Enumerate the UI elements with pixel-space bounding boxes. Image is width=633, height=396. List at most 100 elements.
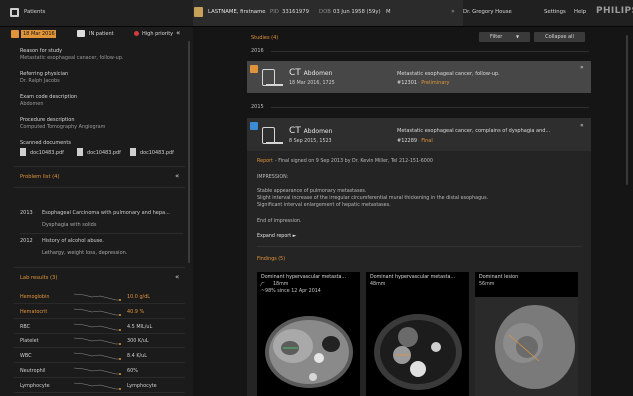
study-number: #12289 [397, 138, 418, 144]
chevron-down-icon: ▼ [515, 34, 520, 39]
lab-sparkline [74, 382, 121, 390]
patients-panel-icon[interactable] [10, 8, 19, 17]
lab-row[interactable]: Neutrophil 60% [14, 364, 185, 378]
lab-name: Neutrophil [20, 368, 46, 374]
lab-sparkline [74, 293, 121, 301]
lab-value: 4.5 MIL/uL [127, 323, 153, 330]
filter-label: Filter [489, 34, 503, 40]
study-date-text: 18 Mar 2016 [23, 31, 55, 37]
document-item[interactable]: doc10483.pdf [77, 148, 127, 157]
impression-line: Significant interval enlargement of hepa… [257, 203, 391, 208]
ct-table-icon [266, 84, 283, 86]
problem-text[interactable]: History of alcohol abuse. [42, 238, 104, 244]
exam-code-value: Abdomen [20, 101, 44, 107]
divider [271, 107, 589, 108]
lab-sparkline [74, 323, 121, 331]
impression-title: IMPRESSION: [257, 175, 289, 180]
finding-title: Dominant lesion [479, 275, 519, 280]
study-modality: CT Abdomen [289, 126, 333, 136]
help-link[interactable]: Help [574, 9, 586, 15]
lab-name: Platelet [20, 338, 39, 345]
procedure-value: Computed Tomography Angiogram [20, 124, 106, 130]
finding-title: Dominant hypervascular metasta... [370, 275, 455, 280]
inpatient-icon [77, 30, 85, 37]
report-meta: - Final signed on 9 Sep 2013 by Dr. Kevi… [275, 159, 433, 164]
problem-year: 2012 [20, 238, 33, 244]
lab-value: 10.0 g/dL [127, 294, 151, 300]
finding-thumbnail[interactable]: Dominant hypervascular metasta... 48mm [366, 272, 469, 396]
finding-size: 18mm [273, 282, 289, 287]
finding-thumbnail[interactable]: Dominant hypervascular metasta... 18mm ⁄… [257, 272, 360, 396]
report-link[interactable]: Report [257, 159, 273, 164]
finding-size: 48mm [370, 282, 386, 287]
document-name: doc10483.pdf [87, 150, 121, 156]
problem-list-title[interactable]: Problem list (4) [20, 174, 59, 180]
study-status: · Final [418, 138, 433, 144]
document-item[interactable]: doc10483.pdf [20, 148, 70, 157]
patient-type-label: IN patient [89, 31, 114, 37]
study-number: #12301 [397, 80, 418, 86]
lab-sparkline [74, 308, 121, 316]
end-impression: End of impression. [257, 219, 302, 224]
lab-sparkline [74, 352, 121, 361]
problem-text[interactable]: Esophageal Carcinoma with pulmonary and … [42, 210, 170, 216]
finding-title: Dominant hypervascular metasta... [261, 275, 346, 280]
ct-table-icon [266, 142, 283, 144]
lab-row[interactable]: RBC 4.5 MIL/uL [14, 320, 185, 334]
right-scrollbar[interactable] [626, 35, 628, 185]
collapse-labs-icon[interactable]: « [175, 273, 179, 281]
study-priority-icon [250, 65, 258, 73]
procedure-label: Procedure description [20, 117, 75, 123]
lab-value: 300 K/uL [127, 338, 149, 345]
lab-results-title[interactable]: Lab results (3) [20, 275, 57, 281]
lab-sparkline [74, 338, 121, 346]
lab-row[interactable]: Hematocrit 40.9 % [14, 305, 185, 319]
divider [257, 246, 581, 247]
study-date-icon [11, 30, 19, 38]
lab-row[interactable]: Platelet 300 K/uL [14, 334, 185, 349]
expand-study-icon[interactable]: » [580, 64, 584, 71]
study-date: 8 Sep 2015, 1523 [289, 139, 332, 144]
lab-name: RBC [20, 323, 31, 330]
trend-icon: ⁄‾ [261, 282, 265, 288]
collapse-problems-icon[interactable]: « [175, 172, 179, 180]
high-priority-icon [134, 31, 139, 36]
priority-label: High priority [142, 31, 174, 37]
lab-name: Lymphocyte [20, 382, 50, 389]
collapse-study-icon[interactable]: « [580, 122, 584, 129]
patient-sex: M [386, 9, 391, 15]
dob-label: DOB [319, 9, 331, 15]
study-status: · Preliminary [418, 80, 450, 86]
ct-liver-image [265, 316, 353, 388]
lab-name: Hematocrit [20, 308, 48, 315]
lab-value: 40.9 % [127, 308, 145, 315]
impression-line: Stable appearance of pulmonary metastase… [257, 189, 367, 194]
expand-report-link[interactable]: Expand report ► [257, 234, 296, 239]
doctor-name[interactable]: Dr. Gregory House [463, 9, 512, 15]
collapse-all-button[interactable]: Collapse all [534, 32, 585, 42]
lab-row[interactable]: WBC 8.4 K/uL [14, 349, 185, 364]
divider [14, 187, 185, 188]
ct-lesion-image [475, 297, 578, 396]
collapse-header-icon[interactable]: « [176, 29, 180, 37]
finding-thumbnail[interactable]: Dominant lesion 56mm [475, 272, 578, 396]
chevron-down-icon[interactable]: » [451, 8, 455, 15]
study-body-part: Abdomen [303, 70, 333, 77]
lab-row[interactable]: Hemoglobin 10.0 g/dL [14, 290, 185, 304]
divider [271, 51, 589, 52]
document-name: doc10483.pdf [140, 150, 174, 156]
impression-line: Slight interval increase of the irregula… [257, 196, 489, 201]
lab-sparkline [74, 367, 121, 375]
left-scrollbar[interactable] [188, 41, 190, 263]
document-item[interactable]: doc10483.pdf [130, 148, 180, 157]
study-description: Metastatic esophageal cancer, follow-up. [397, 71, 500, 77]
filter-button[interactable]: Filter ▼ [479, 32, 530, 42]
studies-panel: Studies (4) Filter ▼ Collapse all 2016 C… [193, 27, 633, 396]
finding-size: 56mm [479, 282, 495, 287]
patient-summary-panel: 18 Mar 2016 IN patient High priority « R… [0, 27, 193, 396]
study-card[interactable]: CT Abdomen 18 Mar 2016, 1725 Metastatic … [247, 61, 591, 93]
lab-row[interactable]: Lymphocyte Lymphocyte [14, 379, 185, 393]
patients-label[interactable]: Patients [24, 9, 45, 15]
pdf-icon [20, 148, 26, 156]
settings-link[interactable]: Settings [544, 9, 566, 15]
